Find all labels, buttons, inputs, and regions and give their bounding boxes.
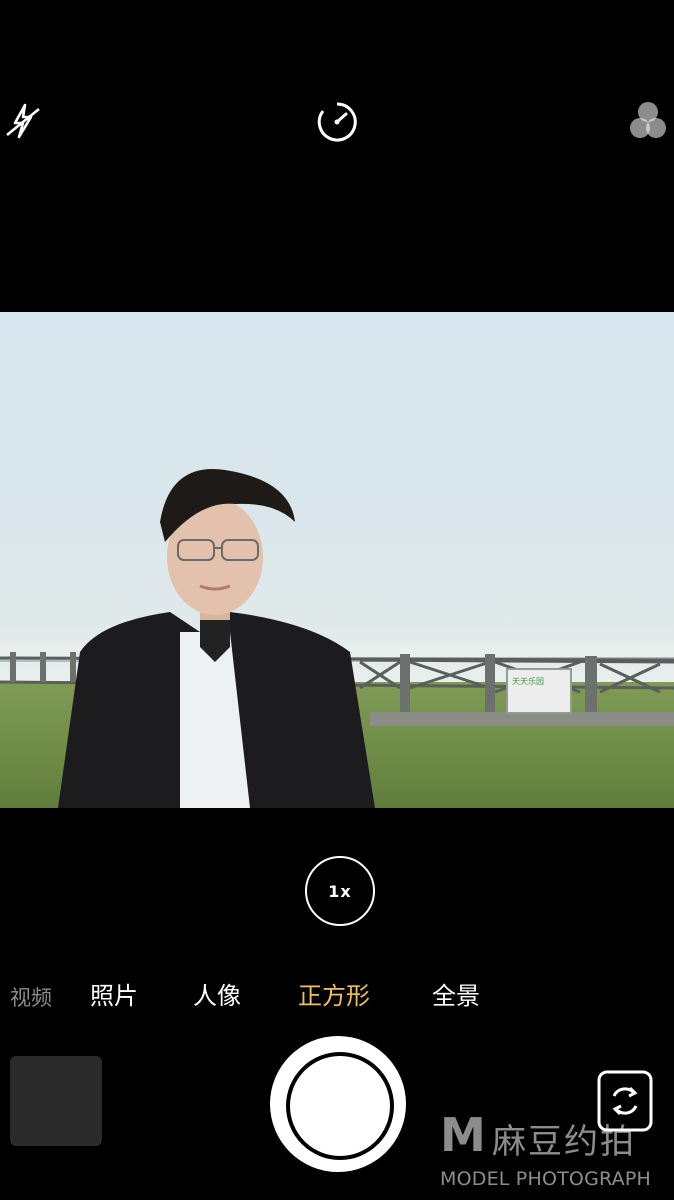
watermark-mark: M bbox=[440, 1108, 486, 1162]
person-subject bbox=[58, 469, 375, 808]
flash-off-icon bbox=[6, 103, 40, 139]
zoom-label: 1x bbox=[328, 881, 352, 901]
mode-photo[interactable]: 照片 bbox=[90, 978, 138, 1014]
flash-off-button[interactable] bbox=[0, 96, 46, 146]
mode-square[interactable]: 正方形 bbox=[298, 978, 370, 1014]
mode-selector: 视频 照片 人像 正方形 全景 bbox=[0, 978, 674, 1018]
mode-pano[interactable]: 全景 bbox=[432, 978, 480, 1014]
shutter-inner-ring bbox=[286, 1052, 394, 1160]
shutter-button[interactable] bbox=[270, 1036, 406, 1172]
timer-button[interactable] bbox=[311, 96, 363, 148]
filters-button[interactable] bbox=[622, 96, 674, 148]
top-toolbar bbox=[0, 0, 674, 312]
park-sign: 天天乐园 bbox=[506, 668, 572, 714]
mode-video[interactable]: 视频 bbox=[10, 980, 52, 1016]
filters-icon bbox=[630, 102, 666, 138]
watermark: M 麻豆约拍 MODEL PHOTOGRAPH bbox=[440, 1108, 670, 1198]
mode-portrait[interactable]: 人像 bbox=[193, 978, 241, 1014]
park-sign-text: 天天乐园 bbox=[512, 677, 544, 686]
watermark-cn: 麻豆约拍 bbox=[492, 1122, 636, 1162]
watermark-en: MODEL PHOTOGRAPH bbox=[440, 1168, 651, 1190]
timer-icon bbox=[317, 102, 357, 142]
last-photo-thumbnail[interactable] bbox=[10, 1056, 102, 1146]
camera-viewfinder[interactable]: 天天乐园 bbox=[0, 312, 674, 808]
zoom-button[interactable]: 1x bbox=[305, 856, 375, 926]
